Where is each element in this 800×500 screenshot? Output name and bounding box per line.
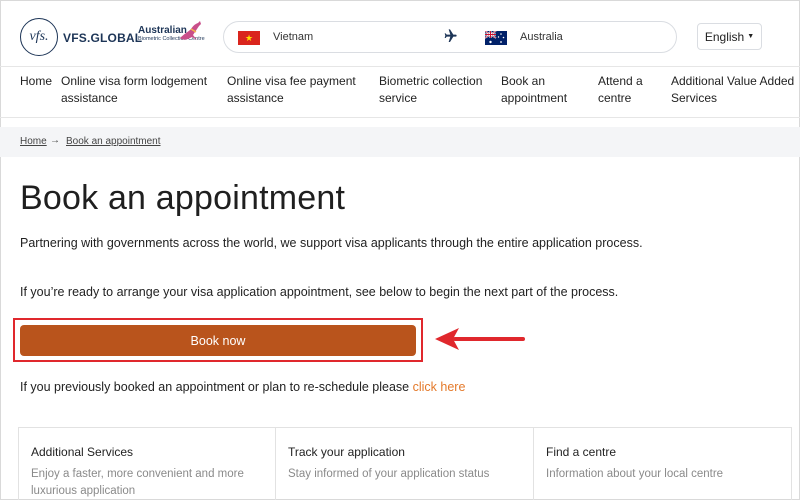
card-track-application[interactable]: Track your application Stay informed of … [275, 428, 533, 500]
route-selector[interactable]: ★ Vietnam Australia [223, 21, 677, 53]
card-title: Track your application [288, 445, 405, 459]
origin-country: Vietnam [273, 31, 314, 43]
card-description: Enjoy a faster, more convenient and more… [31, 468, 244, 497]
card-additional-services[interactable]: Additional Services Enjoy a faster, more… [18, 428, 275, 500]
nav-label: assistance [227, 91, 284, 105]
breadcrumb-home-link[interactable]: Home [20, 136, 47, 147]
nav-label: Biometric collection [379, 74, 483, 88]
nav-label: service [379, 91, 418, 105]
vietnam-flag-icon: ★ [238, 31, 260, 45]
arrow-right-icon: → [50, 135, 60, 146]
nav-item-additional-services[interactable]: Additional Value Added Services [671, 73, 794, 107]
click-here-link[interactable]: click here [413, 380, 466, 394]
card-description: Information about your local centre [546, 468, 724, 480]
nav-label: Online visa form lodgement [61, 74, 208, 88]
destination-country: Australia [520, 31, 563, 43]
nav-label: Services [671, 91, 718, 105]
intro-text: Partnering with governments across the w… [20, 236, 643, 250]
card-title: Find a centre [546, 445, 617, 459]
reschedule-text: If you previously booked an appointment … [20, 380, 465, 394]
nav-item-biometric-collection[interactable]: Biometric collection service [379, 73, 482, 107]
card-description: Stay informed of your application status [288, 468, 490, 480]
logo-text: vfs. [29, 29, 49, 44]
nav-item-visa-fee-payment[interactable]: Online visa fee payment assistance [227, 73, 356, 107]
nav-item-attend-centre[interactable]: Attend a centre [598, 73, 643, 107]
breadcrumb: Home → Book an appointment [0, 127, 800, 157]
nav-label: Additional Value Added [671, 74, 795, 88]
nav-label: appointment [501, 91, 568, 105]
brand-name: VFS.GLOBAL [63, 31, 143, 45]
vfs-logo[interactable]: vfs. [20, 18, 58, 56]
nav-item-home[interactable]: Home [20, 73, 52, 90]
nav-item-visa-form-lodgement[interactable]: Online visa form lodgement assistance [61, 73, 207, 107]
nav-label: Attend a [598, 74, 643, 88]
nav-label: Book an [501, 74, 546, 88]
callout-arrow-icon [435, 328, 525, 350]
ready-text: If you’re ready to arrange your visa app… [20, 285, 619, 299]
nav-label: Home [20, 74, 53, 88]
card-find-centre[interactable]: Find a centre Information about your loc… [533, 428, 792, 500]
book-now-button[interactable]: Book now [20, 325, 416, 356]
page-title: Book an appointment [20, 179, 346, 217]
nav-item-book-appointment[interactable]: Book an appointment [501, 73, 567, 107]
reschedule-label: If you previously booked an appointment … [20, 380, 413, 394]
site-header: vfs. VFS.GLOBAL Australian Biometric Col… [0, 0, 800, 66]
kangaroo-icon [180, 21, 201, 40]
service-cards: Additional Services Enjoy a faster, more… [18, 427, 792, 500]
airplane-icon [444, 29, 457, 42]
card-title: Additional Services [31, 445, 134, 459]
language-label: English [704, 29, 745, 44]
caret-down-icon: ▼ [747, 33, 755, 40]
main-nav: Home Online visa form lodgement assistan… [0, 66, 800, 118]
breadcrumb-current[interactable]: Book an appointment [66, 136, 161, 147]
nav-label: Online visa fee payment [227, 74, 356, 88]
nav-label: assistance [61, 91, 118, 105]
language-selector[interactable]: English ▼ [697, 23, 762, 50]
australia-flag-icon [485, 31, 507, 45]
nav-label: centre [598, 91, 632, 105]
